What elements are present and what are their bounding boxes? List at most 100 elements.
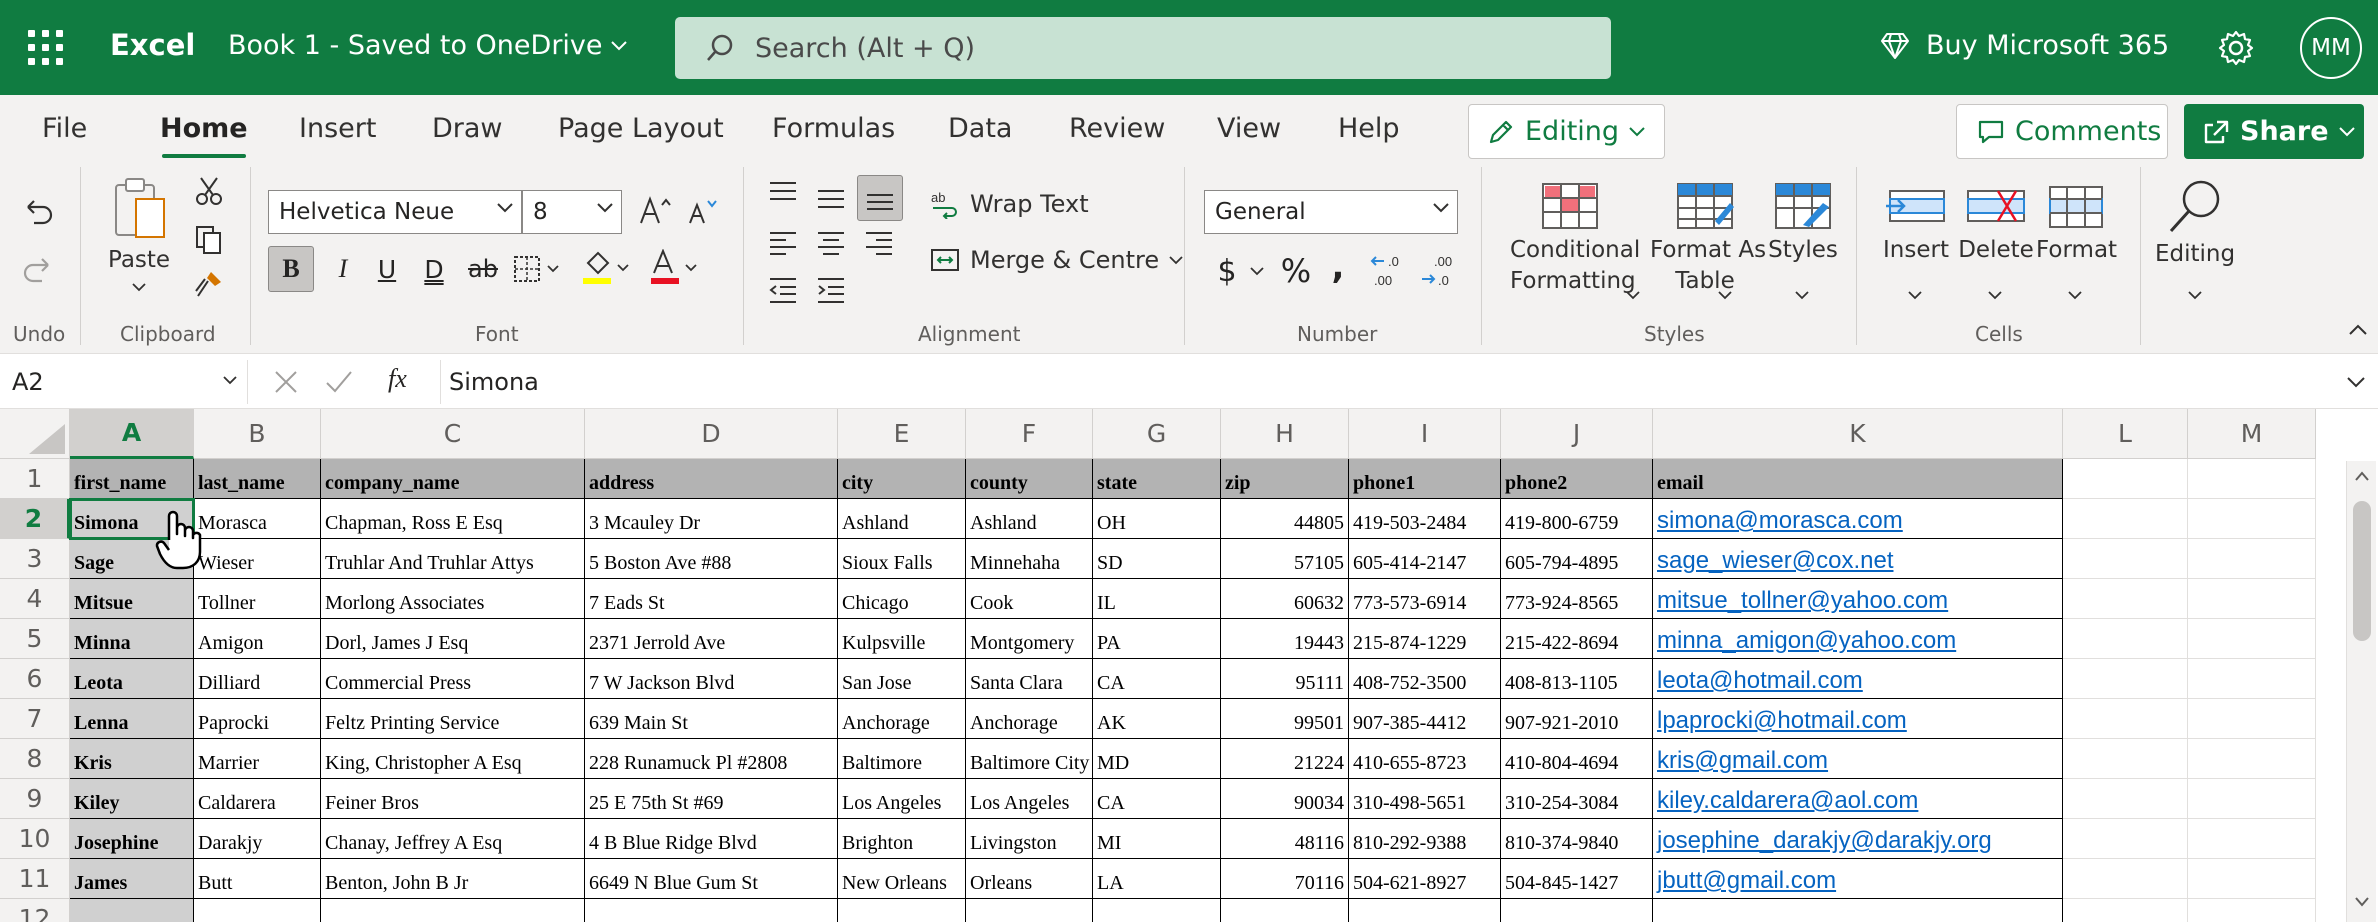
increase-decimal-icon[interactable]: .0.00	[1370, 253, 1410, 289]
increase-indent-icon[interactable]	[814, 275, 848, 305]
table-cell[interactable]: 419-800-6759	[1501, 499, 1653, 539]
table-cell[interactable]: Dorl, James J Esq	[321, 619, 585, 659]
table-cell[interactable]: Tollner	[194, 579, 321, 619]
table-cell[interactable]: PA	[1093, 619, 1221, 659]
table-cell[interactable]: Morlong Associates	[321, 579, 585, 619]
email-link[interactable]: kiley.caldarera@aol.com	[1653, 779, 2063, 819]
row-header[interactable]: 9	[0, 779, 70, 819]
chevron-down-icon[interactable]	[1795, 291, 1809, 300]
align-center-icon[interactable]	[814, 227, 848, 257]
tab-view[interactable]: View	[1217, 113, 1281, 144]
copy-icon[interactable]	[193, 223, 225, 255]
empty-cell[interactable]	[2063, 859, 2188, 899]
app-name[interactable]: Excel	[110, 28, 195, 62]
row-header[interactable]: 7	[0, 699, 70, 739]
column-header[interactable]: M	[2188, 409, 2316, 459]
paste-icon[interactable]	[110, 175, 170, 243]
format-cells-button[interactable]: Format	[2036, 181, 2117, 321]
table-cell[interactable]: Dilliard	[194, 659, 321, 699]
header-cell[interactable]: state	[1093, 459, 1221, 499]
table-cell[interactable]: Livingston	[966, 819, 1093, 859]
table-cell[interactable]: 605-414-2147	[1349, 539, 1501, 579]
table-cell[interactable]: Chicago	[838, 579, 966, 619]
tab-formulas[interactable]: Formulas	[772, 113, 895, 144]
table-cell[interactable]: 57105	[1221, 539, 1349, 579]
table-cell[interactable]: Paprocki	[194, 699, 321, 739]
table-cell[interactable]: 7 Eads St	[585, 579, 838, 619]
table-cell[interactable]: 907-385-4412	[1349, 699, 1501, 739]
table-cell[interactable]: 408-752-3500	[1349, 659, 1501, 699]
table-cell[interactable]: Josephine	[70, 819, 194, 859]
empty-cell[interactable]	[2063, 739, 2188, 779]
table-cell[interactable]: King, Christopher A Esq	[321, 739, 585, 779]
table-cell[interactable]: Commercial Press	[321, 659, 585, 699]
scrollbar-thumb[interactable]	[2353, 501, 2371, 641]
table-cell[interactable]: Feiner Bros	[321, 779, 585, 819]
table-cell[interactable]: 44805	[1221, 499, 1349, 539]
table-cell[interactable]: Cook	[966, 579, 1093, 619]
table-cell[interactable]: 215-422-8694	[1501, 619, 1653, 659]
insert-cells-button[interactable]: Insert	[1876, 181, 1956, 321]
table-cell[interactable]: Minnehaha	[966, 539, 1093, 579]
row-header[interactable]: 2	[0, 499, 70, 539]
table-cell[interactable]: 215-874-1229	[1349, 619, 1501, 659]
scroll-up-icon[interactable]	[2355, 471, 2369, 481]
table-cell[interactable]: CA	[1093, 779, 1221, 819]
table-cell[interactable]: 810-374-9840	[1501, 819, 1653, 859]
merge-centre-button[interactable]: Merge & Centre	[930, 245, 1183, 275]
header-cell[interactable]: email	[1653, 459, 2063, 499]
empty-cell[interactable]	[2188, 699, 2316, 739]
table-cell[interactable]: Montgomery	[966, 619, 1093, 659]
tab-insert[interactable]: Insert	[299, 113, 376, 144]
table-cell[interactable]: 6649 N Blue Gum St	[585, 859, 838, 899]
comma-style-button[interactable]: ,	[1326, 247, 1350, 287]
font-size-select[interactable]: 8	[522, 190, 622, 234]
header-cell[interactable]: county	[966, 459, 1093, 499]
redo-icon[interactable]	[20, 251, 56, 287]
table-cell[interactable]: 25 E 75th St #69	[585, 779, 838, 819]
format-as-table-button[interactable]: Format As Table	[1650, 181, 1766, 321]
table-cell[interactable]: 410-655-8723	[1349, 739, 1501, 779]
font-color-icon[interactable]	[648, 249, 700, 287]
chevron-down-icon[interactable]	[132, 283, 146, 292]
header-cell[interactable]: phone2	[1501, 459, 1653, 499]
empty-cell[interactable]	[2063, 779, 2188, 819]
empty-cell[interactable]	[2063, 579, 2188, 619]
empty-cell[interactable]	[2188, 819, 2316, 859]
gear-icon[interactable]	[2216, 28, 2256, 68]
table-cell[interactable]: 408-813-1105	[1501, 659, 1653, 699]
email-link[interactable]: sage_wieser@cox.net	[1653, 539, 2063, 579]
underline-button[interactable]: U	[367, 246, 407, 292]
empty-cell[interactable]	[70, 899, 194, 922]
editing-mode-button[interactable]: Editing	[1468, 104, 1665, 159]
column-header[interactable]: L	[2063, 409, 2188, 459]
table-cell[interactable]: 90034	[1221, 779, 1349, 819]
tab-page-layout[interactable]: Page Layout	[558, 113, 724, 144]
table-cell[interactable]: 95111	[1221, 659, 1349, 699]
currency-format-button[interactable]: $	[1212, 251, 1242, 291]
table-cell[interactable]: 504-621-8927	[1349, 859, 1501, 899]
row-header[interactable]: 4	[0, 579, 70, 619]
table-cell[interactable]: Marrier	[194, 739, 321, 779]
table-cell[interactable]: Mitsue	[70, 579, 194, 619]
row-header[interactable]: 12	[0, 899, 70, 922]
document-name-menu[interactable]: Book 1 - Saved to OneDrive	[228, 30, 627, 61]
empty-cell[interactable]	[321, 899, 585, 922]
table-cell[interactable]: Kiley	[70, 779, 194, 819]
header-cell[interactable]: last_name	[194, 459, 321, 499]
format-painter-icon[interactable]	[193, 269, 225, 301]
email-link[interactable]: jbutt@gmail.com	[1653, 859, 2063, 899]
table-cell[interactable]: Los Angeles	[966, 779, 1093, 819]
empty-cell[interactable]	[2188, 459, 2316, 499]
table-cell[interactable]: James	[70, 859, 194, 899]
table-cell[interactable]: Caldarera	[194, 779, 321, 819]
table-cell[interactable]: San Jose	[838, 659, 966, 699]
header-cell[interactable]: phone1	[1349, 459, 1501, 499]
table-cell[interactable]: 5 Boston Ave #88	[585, 539, 838, 579]
chevron-down-icon[interactable]	[1988, 291, 2002, 300]
table-cell[interactable]: CA	[1093, 659, 1221, 699]
table-cell[interactable]: IL	[1093, 579, 1221, 619]
table-cell[interactable]: 419-503-2484	[1349, 499, 1501, 539]
align-middle-icon[interactable]	[814, 183, 848, 213]
table-cell[interactable]: Butt	[194, 859, 321, 899]
